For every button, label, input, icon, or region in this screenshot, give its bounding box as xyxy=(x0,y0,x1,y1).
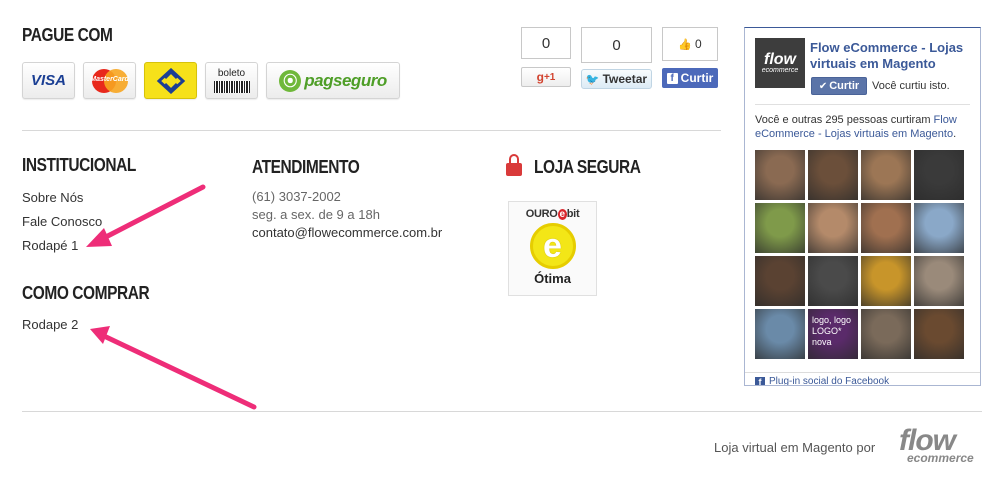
twitter-bird-icon: 🐦 xyxy=(585,73,600,86)
visa-label: VISA xyxy=(30,72,66,89)
fb-avatar-caption: logo, logo LOGO* nova xyxy=(812,315,852,347)
loja-segura-heading: LOJA SEGURA xyxy=(534,157,641,177)
ebit-e-icon: e xyxy=(529,223,576,269)
fb-plugin-link[interactable]: f Plug-in social do Facebook xyxy=(755,376,889,385)
divider-top xyxy=(22,130,721,131)
link-fale-conosco[interactable]: Fale Conosco xyxy=(22,210,102,234)
pagseguro-label: pagseguro xyxy=(304,70,387,90)
footer-text: Loja virtual em Magento por xyxy=(714,440,876,455)
mastercard-label: MasterCard xyxy=(90,75,129,83)
institucional-links: Sobre Nós Fale Conosco Rodapé 1 xyxy=(22,186,102,258)
link-rodape-1[interactable]: Rodapé 1 xyxy=(22,234,102,258)
fb-divider xyxy=(755,104,970,105)
fb-friend-avatar[interactable] xyxy=(861,150,911,200)
payment-methods: VISA MasterCard boleto ⦿ pagseguro xyxy=(22,62,400,99)
tweet-label: Tweetar xyxy=(602,72,648,86)
mastercard-card-icon: MasterCard xyxy=(83,62,136,99)
como-comprar-links: Rodape 2 xyxy=(22,313,78,337)
fb-friend-avatar[interactable] xyxy=(861,309,911,359)
fb-friend-avatar[interactable] xyxy=(914,309,964,359)
check-icon: ✔ xyxy=(818,80,828,92)
facebook-count: 👍 0 xyxy=(662,27,718,61)
arrow-rodape-2 xyxy=(101,333,257,410)
facebook-like-label: Curtir xyxy=(680,71,714,85)
banco-do-brasil-card-icon xyxy=(144,62,197,99)
fb-page-name-link[interactable]: Flow eCommerce - Lojas virtuais em Magen… xyxy=(810,40,975,72)
flow-ecommerce-logo[interactable]: flow ecommerce xyxy=(899,426,983,465)
gplus-icon: g xyxy=(536,70,544,84)
pagseguro-card-icon: ⦿ pagseguro xyxy=(266,62,400,99)
gplus-count: 0 xyxy=(521,27,571,59)
lock-icon xyxy=(506,154,522,176)
ebit-badge-title: OURO e bit xyxy=(525,208,580,220)
institucional-heading: INSTITUCIONAL xyxy=(22,155,136,175)
atendimento-heading: ATENDIMENTO xyxy=(252,157,360,177)
visa-card-icon: VISA xyxy=(22,62,75,99)
twitter-count: 0 xyxy=(581,27,652,63)
fb-friend-avatar[interactable] xyxy=(808,256,858,306)
como-comprar-heading: COMO COMPRAR xyxy=(22,283,150,303)
fb-foot-divider xyxy=(745,372,980,373)
gplus-button[interactable]: g +1 xyxy=(521,67,571,87)
fb-friend-avatar[interactable] xyxy=(808,203,858,253)
flow-page-avatar[interactable]: flow ecommerce xyxy=(755,38,805,88)
link-rodape-2[interactable]: Rodape 2 xyxy=(22,313,78,337)
fb-friend-avatar[interactable]: logo, logo LOGO* nova xyxy=(808,309,858,359)
facebook-small-icon: f xyxy=(755,376,765,385)
phone: (61) 3037-2002 xyxy=(252,189,341,204)
fb-others-text: Você e outras 295 pessoas curtiram Flow … xyxy=(755,114,957,140)
facebook-like-button[interactable]: f Curtir xyxy=(662,68,718,88)
fb-friend-avatar[interactable] xyxy=(755,256,805,306)
fb-friend-avatar[interactable] xyxy=(808,150,858,200)
payment-heading: PAGUE COM xyxy=(22,25,113,45)
facebook-like-box: flow ecommerce Flow eCommerce - Lojas vi… xyxy=(744,27,981,386)
arrow-rodape-1 xyxy=(97,184,206,243)
ebit-badge[interactable]: OURO e bit e Ótima xyxy=(508,201,597,296)
boleto-card-icon: boleto xyxy=(205,62,258,99)
arrowhead-rodape-2 xyxy=(90,326,110,344)
boleto-label: boleto xyxy=(217,67,246,79)
fb-friend-avatar[interactable] xyxy=(914,256,964,306)
fb-friend-avatar[interactable] xyxy=(914,150,964,200)
fb-faces-grid: logo, logo LOGO* nova xyxy=(755,150,970,359)
fb-friend-avatar[interactable] xyxy=(755,150,805,200)
fb-friend-avatar[interactable] xyxy=(861,203,911,253)
link-sobre-nos[interactable]: Sobre Nós xyxy=(22,186,102,210)
facebook-count-value: 0 xyxy=(695,37,702,51)
fb-friend-avatar[interactable] xyxy=(914,203,964,253)
tweet-button[interactable]: 🐦 Tweetar xyxy=(581,69,652,89)
email-link[interactable]: contato@flowecommerce.com.br xyxy=(252,224,442,242)
facebook-f-icon: f xyxy=(666,72,678,84)
hours: seg. a sex. de 9 a 18h xyxy=(252,207,380,222)
gplus-label: +1 xyxy=(543,71,556,83)
fb-friend-avatar[interactable] xyxy=(755,203,805,253)
fb-friend-avatar[interactable] xyxy=(755,309,805,359)
fb-you-liked: Você curtiu isto. xyxy=(872,80,950,92)
atendimento-contact: (61) 3037-2002 seg. a sex. de 9 a 18h co… xyxy=(252,188,442,242)
thumbs-up-icon: 👍 xyxy=(678,38,692,51)
fb-friend-avatar[interactable] xyxy=(861,256,911,306)
divider-bottom xyxy=(22,411,982,412)
ebit-rating: Ótima xyxy=(534,271,571,286)
fb-curtir-button[interactable]: ✔ Curtir xyxy=(811,77,867,95)
